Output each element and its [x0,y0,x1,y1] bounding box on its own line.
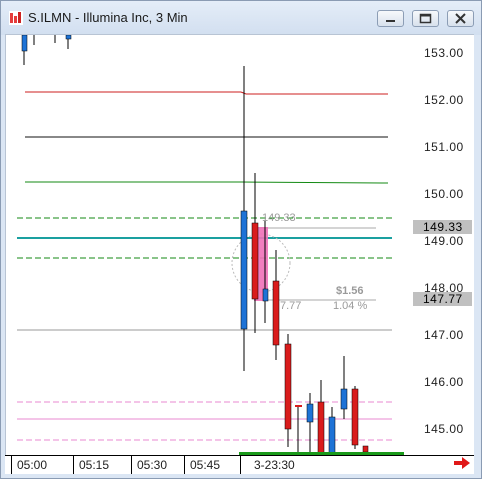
price-tick: 150.00 [424,187,464,201]
entry-price-annotation: 149.33 [262,212,296,224]
scroll-right-arrow-icon[interactable] [452,455,472,471]
time-separator [240,456,241,474]
time-label: 05:15 [79,458,110,472]
price-tick: 145.00 [424,422,464,436]
level-line-green-right [240,181,389,184]
time-label: 05:45 [190,458,221,472]
minimize-icon [386,20,395,22]
time-separator [184,456,185,474]
chart-area[interactable]: 149.33 7.77 $1.56 1.04 % [5,34,417,456]
candle-up [340,388,348,410]
candle-down [362,445,369,453]
price-tick: 149.00 [424,234,464,248]
chart-plot[interactable] [6,34,417,456]
time-separator [131,456,132,474]
candle-up [240,210,248,330]
candle-down [351,388,359,446]
time-label: 05:30 [137,458,168,472]
candle-up [306,403,314,423]
price-tick: 146.00 [424,375,464,389]
price-tick: 151.00 [424,140,464,154]
price-tick: 153.00 [424,46,464,60]
candle-up [262,288,269,302]
time-axis[interactable]: 05:00 05:15 05:30 05:45 3-23:30 [5,455,474,474]
entry-price-tag: 149.33 [413,220,472,234]
window-title: S.ILMN - Illumina Inc, 3 Min [28,10,188,25]
time-label: 3-23:30 [254,458,295,472]
last-price-tag: 147.77 [413,292,472,306]
candle-down [317,401,325,456]
candle-up [328,416,336,456]
pnl-annotation: $1.56 [336,285,364,297]
minimize-button[interactable] [377,10,404,27]
title-bar[interactable]: S.ILMN - Illumina Inc, 3 Min [1,1,481,35]
price-axis[interactable]: 153.00 152.00 151.00 150.00 149.00 148.0… [413,34,474,456]
price-tick: 147.00 [424,328,464,342]
close-button[interactable] [447,10,474,27]
candle-down [251,222,259,300]
candle-up [65,34,72,40]
candle-up [21,34,28,52]
maximize-button[interactable] [412,10,439,27]
exit-price-annotation: 7.77 [280,300,302,312]
pnl-percent-annotation: 1.04 % [333,300,368,312]
close-icon [455,13,466,24]
price-tick: 152.00 [424,93,464,107]
time-label: 05:00 [17,458,48,472]
app-icon [9,11,23,25]
candle-down [272,280,280,346]
time-separator [73,456,74,474]
candle-down [284,343,292,430]
time-separator [11,456,12,474]
maximize-icon [419,13,432,24]
